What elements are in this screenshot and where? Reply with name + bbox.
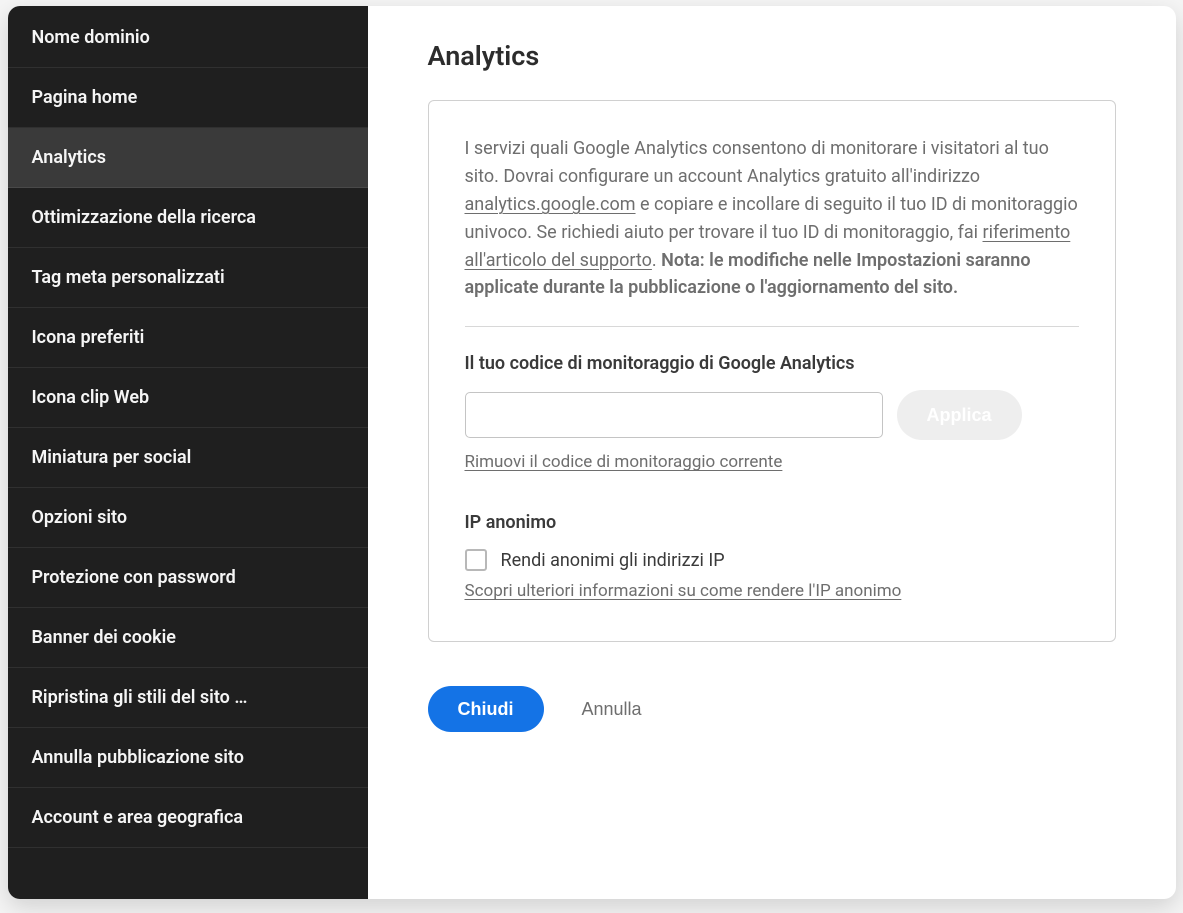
sidebar-item-social-thumbnail[interactable]: Miniatura per social [8,428,368,488]
desc-text-1: I servizi quali Google Analytics consent… [465,138,1049,187]
sidebar-item-search-optimization[interactable]: Ottimizzazione della ricerca [8,188,368,248]
settings-dialog: Nome dominio Pagina home Analytics Ottim… [8,6,1176,899]
anonymize-learn-more-link[interactable]: Scopri ulteriori informazioni su come re… [465,581,902,601]
anonymous-ip-title: IP anonimo [465,512,1079,533]
sidebar-item-favicon[interactable]: Icona preferiti [8,308,368,368]
anonymous-ip-section: IP anonimo Rendi anonimi gli indirizzi I… [465,512,1079,601]
sidebar-item-home-page[interactable]: Pagina home [8,68,368,128]
desc-text-3: . [652,250,661,271]
dialog-footer: Chiudi Annulla [428,686,1116,732]
sidebar-item-password-protection[interactable]: Protezione con password [8,548,368,608]
close-button[interactable]: Chiudi [428,686,544,732]
sidebar-item-web-clip-icon[interactable]: Icona clip Web [8,368,368,428]
panel-divider [465,326,1079,327]
settings-sidebar: Nome dominio Pagina home Analytics Ottim… [8,6,368,899]
sidebar-item-analytics[interactable]: Analytics [8,128,368,188]
tracking-code-label: Il tuo codice di monitoraggio di Google … [465,353,1079,374]
cancel-button[interactable]: Annulla [582,699,642,720]
main-content: Analytics I servizi quali Google Analyti… [368,6,1176,899]
anonymize-ip-row: Rendi anonimi gli indirizzi IP [465,549,1079,571]
sidebar-item-custom-meta-tags[interactable]: Tag meta personalizzati [8,248,368,308]
sidebar-item-site-options[interactable]: Opzioni sito [8,488,368,548]
page-title: Analytics [428,40,1116,72]
apply-button[interactable]: Applica [897,390,1022,440]
analytics-google-link[interactable]: analytics.google.com [465,194,636,215]
sidebar-item-reset-site-styles[interactable]: Ripristina gli stili del sito … [8,668,368,728]
sidebar-item-account-region[interactable]: Account e area geografica [8,788,368,848]
anonymize-ip-checkbox[interactable] [465,549,487,571]
tracking-code-input[interactable] [465,392,883,438]
analytics-description: I servizi quali Google Analytics consent… [465,135,1079,302]
anonymize-ip-label: Rendi anonimi gli indirizzi IP [501,550,725,571]
remove-tracking-code-link[interactable]: Rimuovi il codice di monitoraggio corren… [465,452,783,472]
tracking-code-row: Applica [465,390,1079,440]
analytics-panel: I servizi quali Google Analytics consent… [428,100,1116,642]
sidebar-item-domain-name[interactable]: Nome dominio [8,8,368,68]
sidebar-item-unpublish-site[interactable]: Annulla pubblicazione sito [8,728,368,788]
sidebar-item-cookie-banner[interactable]: Banner dei cookie [8,608,368,668]
